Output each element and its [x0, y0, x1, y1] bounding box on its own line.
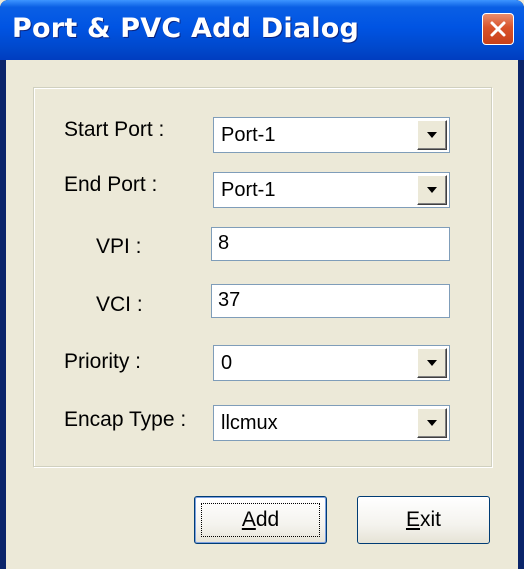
end-port-value: Port-1	[221, 179, 276, 201]
end-port-label: End Port :	[64, 173, 158, 196]
dialog-window: Port & PVC Add Dialog Start Port : Port-…	[0, 0, 524, 569]
vpi-input[interactable]: 8	[211, 227, 450, 261]
start-port-label: Start Port :	[64, 118, 165, 141]
chevron-down-icon	[427, 132, 437, 138]
encap-type-dropdown-button[interactable]	[417, 408, 447, 438]
exit-button-label-rest: xit	[420, 508, 441, 531]
encap-type-label: Encap Type :	[64, 408, 187, 431]
close-icon	[489, 20, 507, 38]
start-port-value: Port-1	[221, 124, 276, 146]
priority-select[interactable]: 0	[213, 345, 450, 381]
add-button[interactable]: Add	[194, 496, 327, 544]
close-button[interactable]	[482, 13, 514, 45]
dialog-title: Port & PVC Add Dialog	[12, 13, 359, 44]
vci-input[interactable]: 37	[211, 284, 450, 318]
chevron-down-icon	[427, 420, 437, 426]
start-port-dropdown-button[interactable]	[417, 120, 447, 150]
encap-type-select[interactable]: llcmux	[213, 405, 450, 441]
priority-dropdown-button[interactable]	[417, 348, 447, 378]
encap-type-value: llcmux	[221, 412, 278, 434]
end-port-dropdown-button[interactable]	[417, 175, 447, 205]
exit-mnemonic: E	[405, 508, 420, 531]
vci-label: VCI :	[96, 293, 143, 316]
start-port-select[interactable]: Port-1	[213, 117, 450, 153]
dialog-body: Start Port : Port-1 End Port : Port-1 VP…	[6, 60, 518, 569]
chevron-down-icon	[427, 187, 437, 193]
settings-group: Start Port : Port-1 End Port : Port-1 VP…	[33, 87, 492, 467]
exit-button[interactable]: Exit	[357, 496, 490, 544]
focus-rectangle	[201, 503, 320, 537]
end-port-select[interactable]: Port-1	[213, 172, 450, 208]
chevron-down-icon	[427, 360, 437, 366]
priority-label: Priority :	[64, 350, 142, 373]
title-bar[interactable]: Port & PVC Add Dialog	[0, 0, 524, 60]
priority-value: 0	[221, 352, 233, 374]
vpi-label: VPI :	[96, 235, 142, 258]
